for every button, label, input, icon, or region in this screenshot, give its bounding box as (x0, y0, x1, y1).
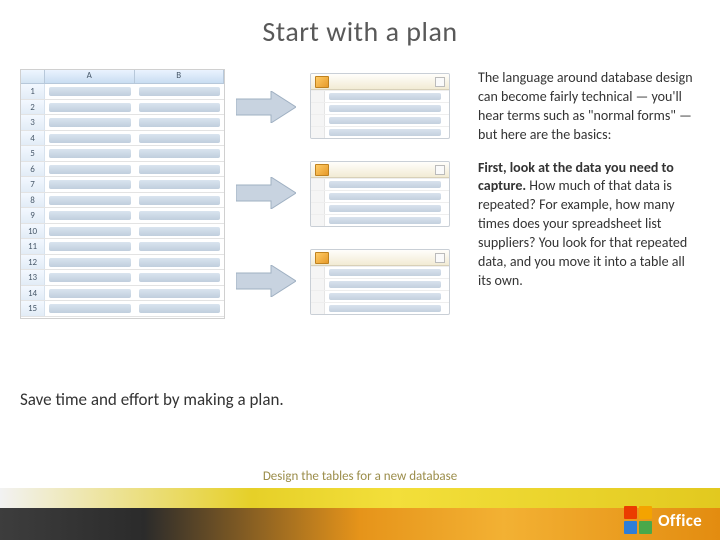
spreadsheet-row: 1 (21, 84, 224, 100)
db-table-graphic (310, 249, 450, 315)
col-header: B (135, 70, 225, 83)
spreadsheet-row: 9 (21, 208, 224, 224)
body-text: The language around database design can … (478, 69, 693, 410)
dropdown-icon (435, 253, 445, 263)
spreadsheet-to-tables-illustration: A B 123456789101112131415 (20, 69, 450, 319)
spreadsheet-row: 8 (21, 193, 224, 209)
spreadsheet-header: A B (21, 70, 224, 84)
spreadsheet-row: 4 (21, 131, 224, 147)
spreadsheet-row: 11 (21, 239, 224, 255)
arrow-icon (236, 91, 296, 123)
illustration-caption: Save time and effort by making a plan. (20, 389, 450, 410)
db-table-graphic (310, 161, 450, 227)
illustration-column: A B 123456789101112131415 (20, 69, 450, 410)
spreadsheet-row: 10 (21, 224, 224, 240)
dropdown-icon (435, 77, 445, 87)
spreadsheet-row: 5 (21, 146, 224, 162)
spreadsheet-row: 13 (21, 270, 224, 286)
table-icon (315, 252, 329, 264)
content-area: A B 123456789101112131415 (0, 49, 720, 410)
spreadsheet-row: 7 (21, 177, 224, 193)
slide-footer: Design the tables for a new database (0, 469, 720, 484)
db-table-graphic (310, 73, 450, 139)
table-icon (315, 164, 329, 176)
office-logo-icon (624, 506, 652, 534)
spreadsheet-graphic: A B 123456789101112131415 (20, 69, 225, 319)
spreadsheet-row: 3 (21, 115, 224, 131)
col-header: A (45, 70, 135, 83)
decorative-ribbon (0, 488, 720, 540)
dropdown-icon (435, 165, 445, 175)
slide-title: Start with a plan (0, 0, 720, 49)
spreadsheet-row: 14 (21, 286, 224, 302)
spreadsheet-row: 12 (21, 255, 224, 271)
table-icon (315, 76, 329, 88)
spreadsheet-row: 6 (21, 162, 224, 178)
office-logo: Office (624, 506, 702, 534)
arrow-icon (236, 265, 296, 297)
arrow-icon (236, 177, 296, 209)
paragraph: First, look at the data you need to capt… (478, 159, 693, 291)
office-logo-text: Office (658, 510, 702, 531)
paragraph: The language around database design can … (478, 69, 693, 145)
spreadsheet-row: 15 (21, 301, 224, 317)
spreadsheet-row: 2 (21, 100, 224, 116)
